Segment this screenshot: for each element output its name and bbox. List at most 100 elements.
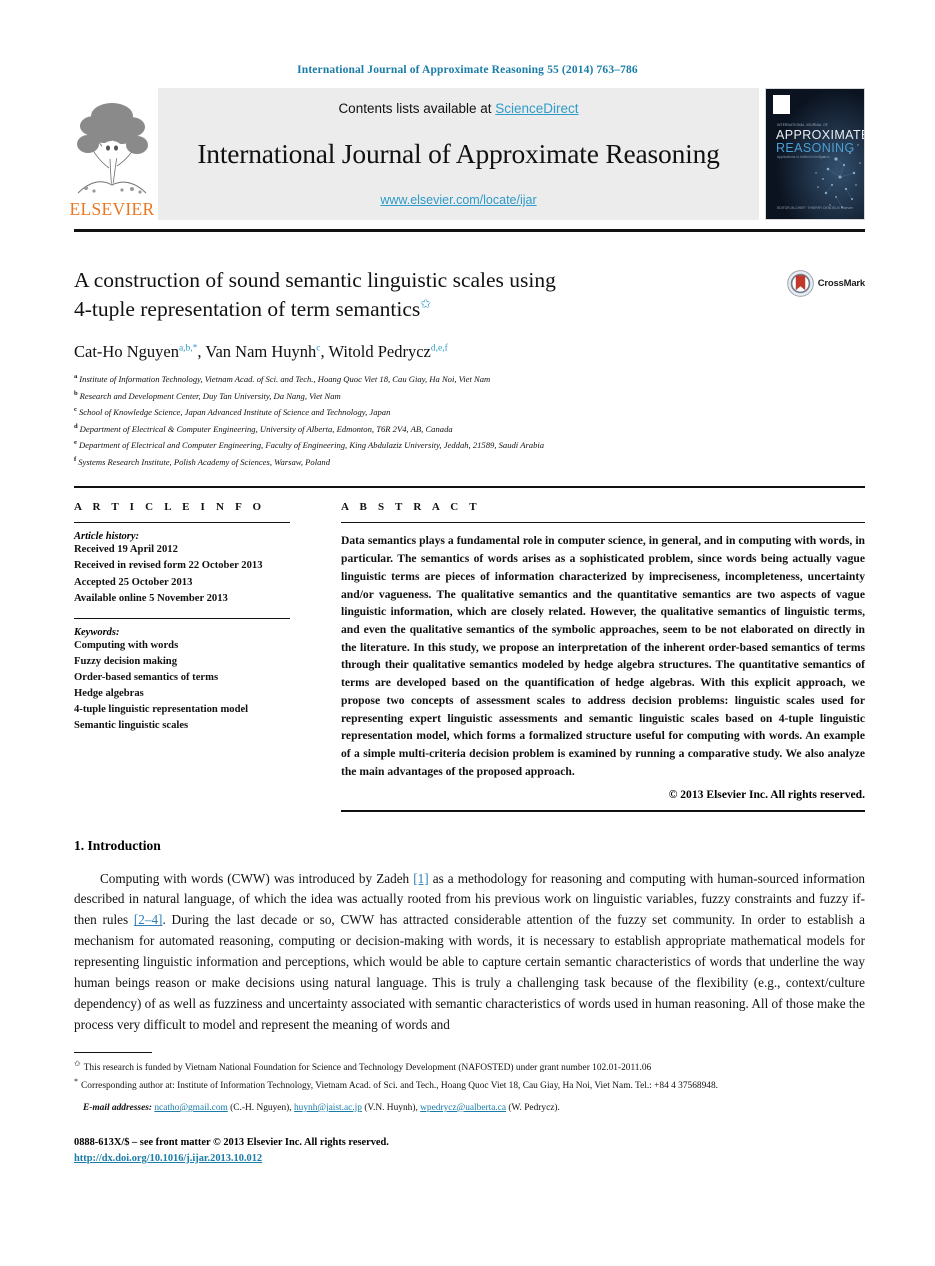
running-head: International Journal of Approximate Rea… — [297, 64, 638, 76]
cover-title-line1: APPROXIMATE — [776, 128, 865, 142]
elsevier-logo: ELSEVIER — [69, 88, 154, 220]
affiliation-text: School of Knowledge Science, Japan Advan… — [78, 407, 391, 418]
footnote-emails: E-mail addresses: ncatho@gmail.com (C.-H… — [74, 1101, 865, 1116]
footnote-corresponding: * Corresponding author at: Institute of I… — [74, 1076, 865, 1094]
info-section-top-rule — [74, 486, 865, 489]
affiliation-text: Department of Electrical & Computer Engi… — [79, 423, 453, 434]
abstract-bottom-rule — [341, 809, 865, 812]
paragraph-text-c: . During the last decade or so, CWW has … — [74, 912, 865, 1032]
info-abstract-region: A R T I C L E I N F O Article history: R… — [74, 501, 865, 812]
author-name: Cat-Ho Nguyen — [74, 342, 179, 362]
affiliation-mark: c — [74, 406, 77, 414]
introduction-paragraph: Computing with words (CWW) was introduce… — [74, 869, 865, 1036]
crossmark-badge[interactable]: CrossMark — [786, 270, 866, 297]
author-name: Witold Pedrycz — [328, 342, 431, 362]
title-block: A construction of sound semantic linguis… — [74, 266, 865, 323]
keyword-item[interactable]: Semantic linguistic scales — [74, 718, 317, 734]
footnote-asterisk-mark: * — [74, 1076, 78, 1086]
cover-kicker: INTERNATIONAL JOURNAL OF — [777, 123, 828, 127]
journal-masthead: ELSEVIER Contents lists available at Sci… — [69, 88, 865, 220]
affiliation-item: d Department of Electrical & Computer Eng… — [74, 421, 865, 438]
affiliation-text: Systems Research Institute, Polish Acade… — [78, 456, 331, 467]
author-name: Van Nam Huynh — [205, 342, 317, 362]
elsevier-tree-icon — [76, 95, 148, 200]
history-item: Received in revised form 22 October 2013 — [74, 560, 263, 572]
affiliation-item: a Institute of Information Technology, Vi… — [74, 371, 865, 388]
elsevier-wordmark: ELSEVIER — [69, 198, 155, 219]
author-list: Cat-Ho Nguyena,b,*, Van Nam Huynhc, Wito… — [74, 342, 448, 362]
email-link-nguyen[interactable]: ncatho@gmail.com — [154, 1103, 227, 1113]
author-affil-marks[interactable]: a,b, — [179, 344, 193, 354]
affiliation-mark: b — [74, 389, 78, 397]
history-item: Received 19 April 2012 — [74, 544, 178, 556]
author-affil-marks[interactable]: c — [316, 344, 320, 354]
history-item: Available online 5 November 2013 — [74, 592, 228, 604]
email-owner-pedrycz: (W. Pedrycz). — [506, 1102, 560, 1113]
journal-homepage-link[interactable]: www.elsevier.com/locate/ijar — [380, 193, 536, 207]
affiliation-mark: d — [74, 422, 78, 430]
crossmark-label: CrossMark — [817, 278, 866, 289]
article-history-label: Article history: — [74, 531, 140, 543]
title-line-1: A construction of sound semantic linguis… — [74, 268, 556, 292]
footnote-funding-text: This research is funded by Vietnam Natio… — [83, 1062, 652, 1073]
footnote-separator — [74, 1051, 152, 1053]
affiliation-mark: a — [74, 373, 78, 381]
cover-elsevier-mark — [773, 95, 790, 114]
crossmark-icon — [786, 270, 814, 297]
keyword-item[interactable]: 4-tuple linguistic representation model — [74, 702, 317, 718]
cover-title-line2: REASONING — [776, 141, 855, 155]
paragraph-text-a: Computing with words (CWW) was introduce… — [100, 870, 414, 886]
email-owner-nguyen: (C.-H. Nguyen), — [227, 1102, 294, 1113]
keywords-list: Computing with words Fuzzy decision maki… — [74, 638, 317, 735]
affiliation-list: a Institute of Information Technology, Vi… — [74, 371, 865, 470]
masthead-divider — [74, 229, 865, 232]
affiliation-item: f Systems Research Institute, Polish Acad… — [74, 454, 865, 471]
contents-available-line: Contents lists available at ScienceDirec… — [338, 101, 578, 116]
cover-footer: EDITOR-IN-CHIEF: THIERRY DENOEUX Elsevie… — [777, 205, 853, 210]
affiliation-text: Department of Electrical and Computer En… — [78, 440, 545, 451]
abstract-heading: A B S T R A C T — [341, 501, 481, 514]
article-info-heading: A R T I C L E I N F O — [74, 501, 266, 514]
cover-subtitle: Applications in Artificial Intelligence — [777, 155, 830, 159]
abstract-text: Data semantics plays a fundamental role … — [341, 534, 865, 778]
email-link-pedrycz[interactable]: wpedrycz@ualberta.ca — [420, 1103, 506, 1113]
keyword-item[interactable]: Hedge algebras — [74, 686, 317, 702]
email-owner-huynh: (V.N. Huynh), — [361, 1102, 421, 1113]
affiliation-text: Research and Development Center, Duy Tan… — [79, 390, 341, 401]
affiliation-item: e Department of Electrical and Computer E… — [74, 437, 865, 454]
article-first-page: International Journal of Approximate Rea… — [0, 0, 935, 1266]
corresponding-author-marker[interactable]: * — [193, 344, 198, 354]
keyword-item[interactable]: Computing with words — [74, 638, 317, 654]
keywords-label: Keywords: — [74, 626, 120, 638]
article-info-rule — [74, 522, 290, 524]
keyword-item[interactable]: Fuzzy decision making — [74, 654, 317, 670]
citation-ref-1[interactable]: [1] — [413, 871, 428, 886]
title-line-2: 4-tuple representation of term semantics — [74, 296, 421, 321]
history-item: Accepted 25 October 2013 — [74, 576, 193, 588]
sciencedirect-link[interactable]: ScienceDirect — [495, 101, 578, 116]
affiliation-item: b Research and Development Center, Duy Ta… — [74, 388, 865, 405]
doi-link[interactable]: http://dx.doi.org/10.1016/j.ijar.2013.10… — [74, 1153, 262, 1164]
journal-title: International Journal of Approximate Rea… — [197, 138, 720, 169]
affiliation-mark: e — [74, 439, 77, 447]
citation-ref-2-4[interactable]: [2–4] — [134, 912, 163, 927]
abstract-copyright: © 2013 Elsevier Inc. All rights reserved… — [668, 787, 865, 801]
email-link-huynh[interactable]: huynh@jaist.ac.jp — [294, 1103, 362, 1113]
affiliation-item: c School of Knowledge Science, Japan Adva… — [74, 404, 865, 421]
abstract-rule — [341, 522, 865, 524]
footnote-block: ✩ This research is funded by Vietnam Nati… — [74, 1058, 865, 1116]
article-info-column: A R T I C L E I N F O Article history: R… — [74, 501, 317, 811]
contents-prefix: Contents lists available at — [338, 101, 496, 116]
issn-line: 0888-613X/$ – see front matter © 2013 El… — [74, 1136, 389, 1148]
title-footnote-star-icon[interactable]: ✩ — [420, 296, 431, 311]
page-title: A construction of sound semantic linguis… — [74, 266, 714, 323]
journal-cover-thumbnail: INTERNATIONAL JOURNAL OF APPROXIMATE REA… — [765, 88, 865, 220]
article-history-list: Received 19 April 2012 Received in revis… — [74, 542, 317, 606]
email-addresses-label: E-mail addresses: — [83, 1102, 153, 1113]
affiliation-mark: f — [74, 455, 77, 463]
keyword-item[interactable]: Order-based semantics of terms — [74, 670, 317, 686]
body-section: 1. Introduction Computing with words (CW… — [74, 838, 865, 1036]
author-affil-marks[interactable]: d,e,f — [431, 344, 448, 354]
affiliation-text: Institute of Information Technology, Vie… — [79, 374, 491, 385]
abstract-column: A B S T R A C T Data semantics plays a f… — [317, 501, 865, 812]
